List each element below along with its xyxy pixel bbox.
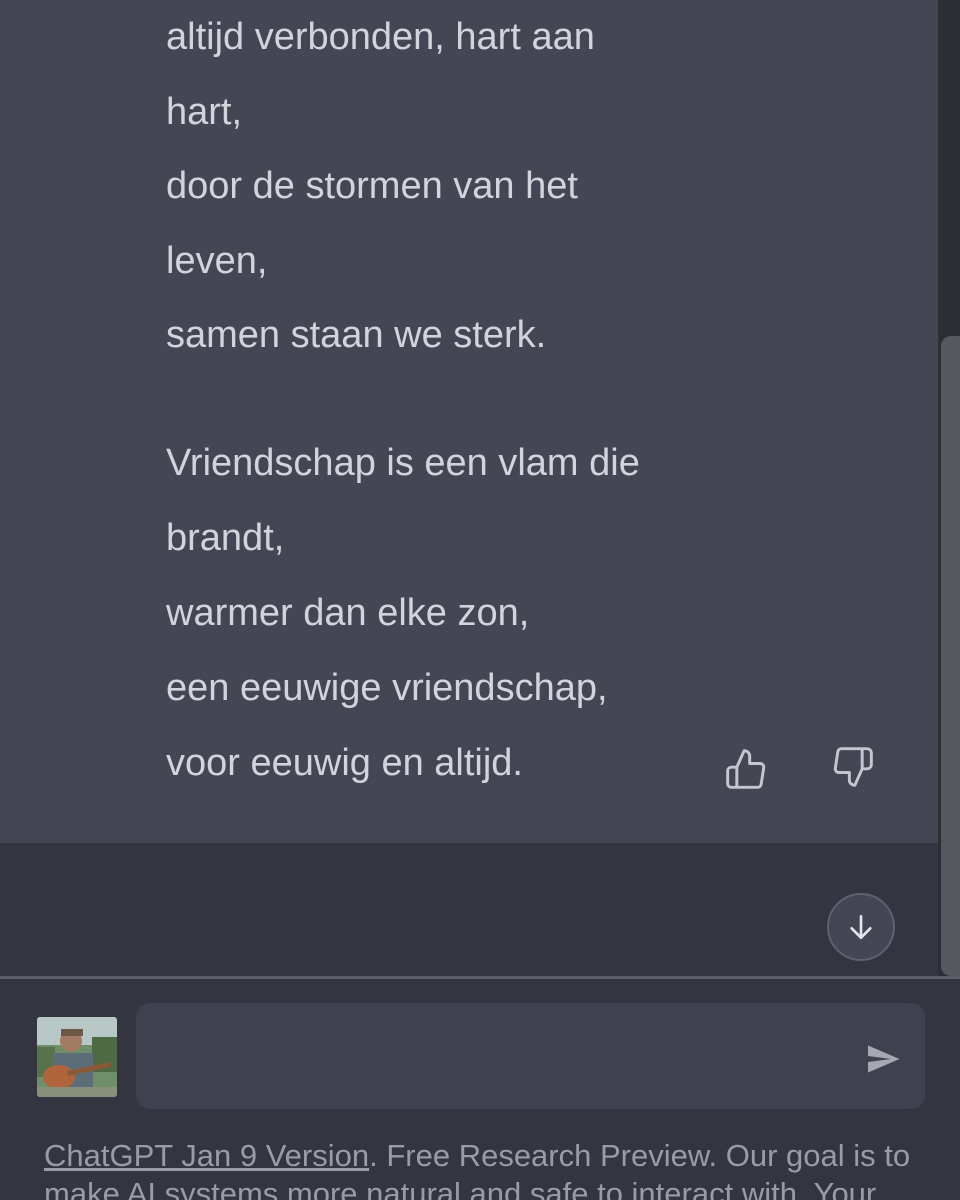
- version-link[interactable]: ChatGPT Jan 9 Version: [44, 1138, 369, 1173]
- thumbs-up-button[interactable]: [722, 745, 770, 793]
- poem-line: hart,: [166, 91, 243, 133]
- poem-line: voor eeuwig en altijd.: [166, 742, 523, 784]
- scroll-to-bottom-button[interactable]: [827, 893, 895, 961]
- poem-line: een eeuwige vriendschap,: [166, 667, 608, 709]
- footer-text: . Free Research Preview. Our goal is to: [369, 1138, 911, 1173]
- thumbs-down-icon: [833, 747, 873, 787]
- footer-disclaimer: ChatGPT Jan 9 Version. Free Research Pre…: [44, 1137, 944, 1200]
- poem-line: door de stormen van het: [166, 165, 578, 207]
- poem-line: Vriendschap is een vlam die: [166, 442, 640, 484]
- footer-line-1: ChatGPT Jan 9 Version. Free Research Pre…: [44, 1137, 944, 1175]
- thumbs-down-button[interactable]: [829, 743, 877, 791]
- footer-line-2: make AI systems more natural and safe to…: [44, 1176, 877, 1200]
- assistant-message: altijd verbonden, hart aan hart, door de…: [0, 0, 938, 843]
- scrollbar-thumb[interactable]: [941, 336, 960, 976]
- send-button[interactable]: [858, 1037, 908, 1081]
- arrow-down-icon: [850, 915, 872, 939]
- thumbs-up-icon: [726, 749, 766, 789]
- user-avatar: [37, 1017, 117, 1097]
- message-composer[interactable]: [136, 1003, 925, 1109]
- poem-line: brandt,: [166, 517, 285, 559]
- conversation-spacer: [0, 843, 938, 976]
- poem-line: altijd verbonden, hart aan: [166, 16, 595, 58]
- paper-plane-icon: [868, 1045, 900, 1073]
- poem-line: samen staan we sterk.: [166, 314, 547, 356]
- input-area: ChatGPT Jan 9 Version. Free Research Pre…: [0, 976, 960, 1200]
- chat-page: altijd verbonden, hart aan hart, door de…: [0, 0, 960, 1200]
- poem-line: warmer dan elke zon,: [166, 592, 530, 634]
- message-input[interactable]: [160, 1033, 850, 1083]
- poem-line: leven,: [166, 240, 268, 282]
